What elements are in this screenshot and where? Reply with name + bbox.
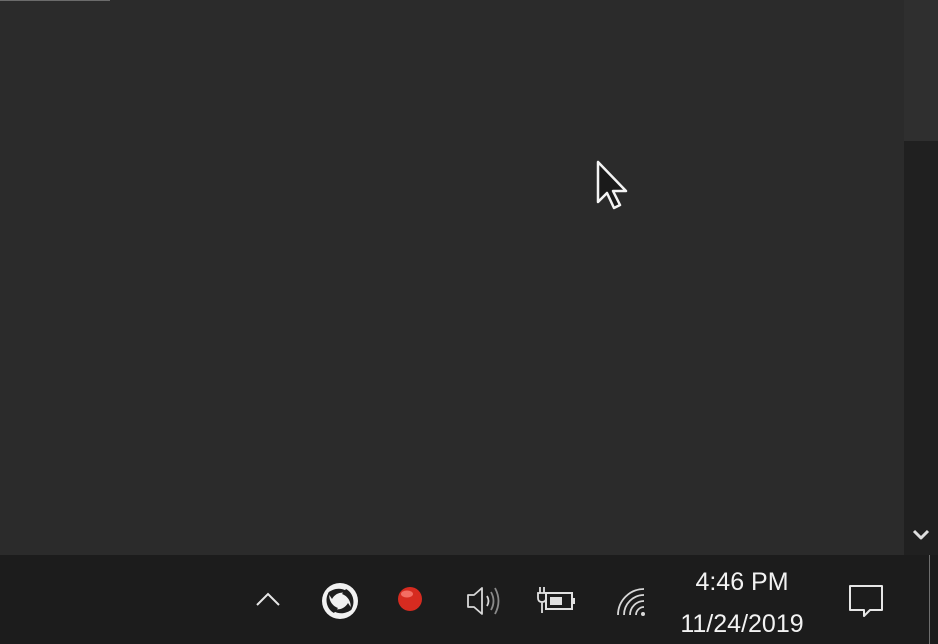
action-center-icon <box>849 585 883 617</box>
top-accent-line <box>0 0 110 1</box>
clock-date: 11/24/2019 <box>680 610 804 638</box>
swirl-logo-icon <box>322 583 358 619</box>
clock-time: 4:46 PM <box>695 568 789 596</box>
volume-button[interactable] <box>462 579 506 623</box>
scrollbar-thumb[interactable] <box>904 0 938 141</box>
record-dot-icon <box>398 587 422 611</box>
chevron-up-icon <box>256 592 280 606</box>
show-desktop-button[interactable] <box>929 555 930 644</box>
battery-button[interactable] <box>534 579 578 623</box>
battery-charging-icon <box>537 587 575 613</box>
mouse-pointer-icon <box>596 160 628 210</box>
speaker-icon <box>467 587 500 615</box>
network-button[interactable] <box>608 579 652 623</box>
show-hidden-icons-button[interactable] <box>248 579 288 619</box>
desktop-area <box>0 0 938 555</box>
action-center-button[interactable] <box>844 579 888 623</box>
taskbar: 4:46 PM 11/24/2019 <box>0 555 938 644</box>
clock-button[interactable]: 4:46 PM 11/24/2019 <box>660 563 824 643</box>
record-tray-button[interactable] <box>390 579 430 619</box>
app-tray-button[interactable] <box>318 579 362 623</box>
scroll-down-button[interactable] <box>908 522 934 548</box>
chevron-down-icon <box>912 529 930 540</box>
wifi-icon <box>617 588 645 616</box>
